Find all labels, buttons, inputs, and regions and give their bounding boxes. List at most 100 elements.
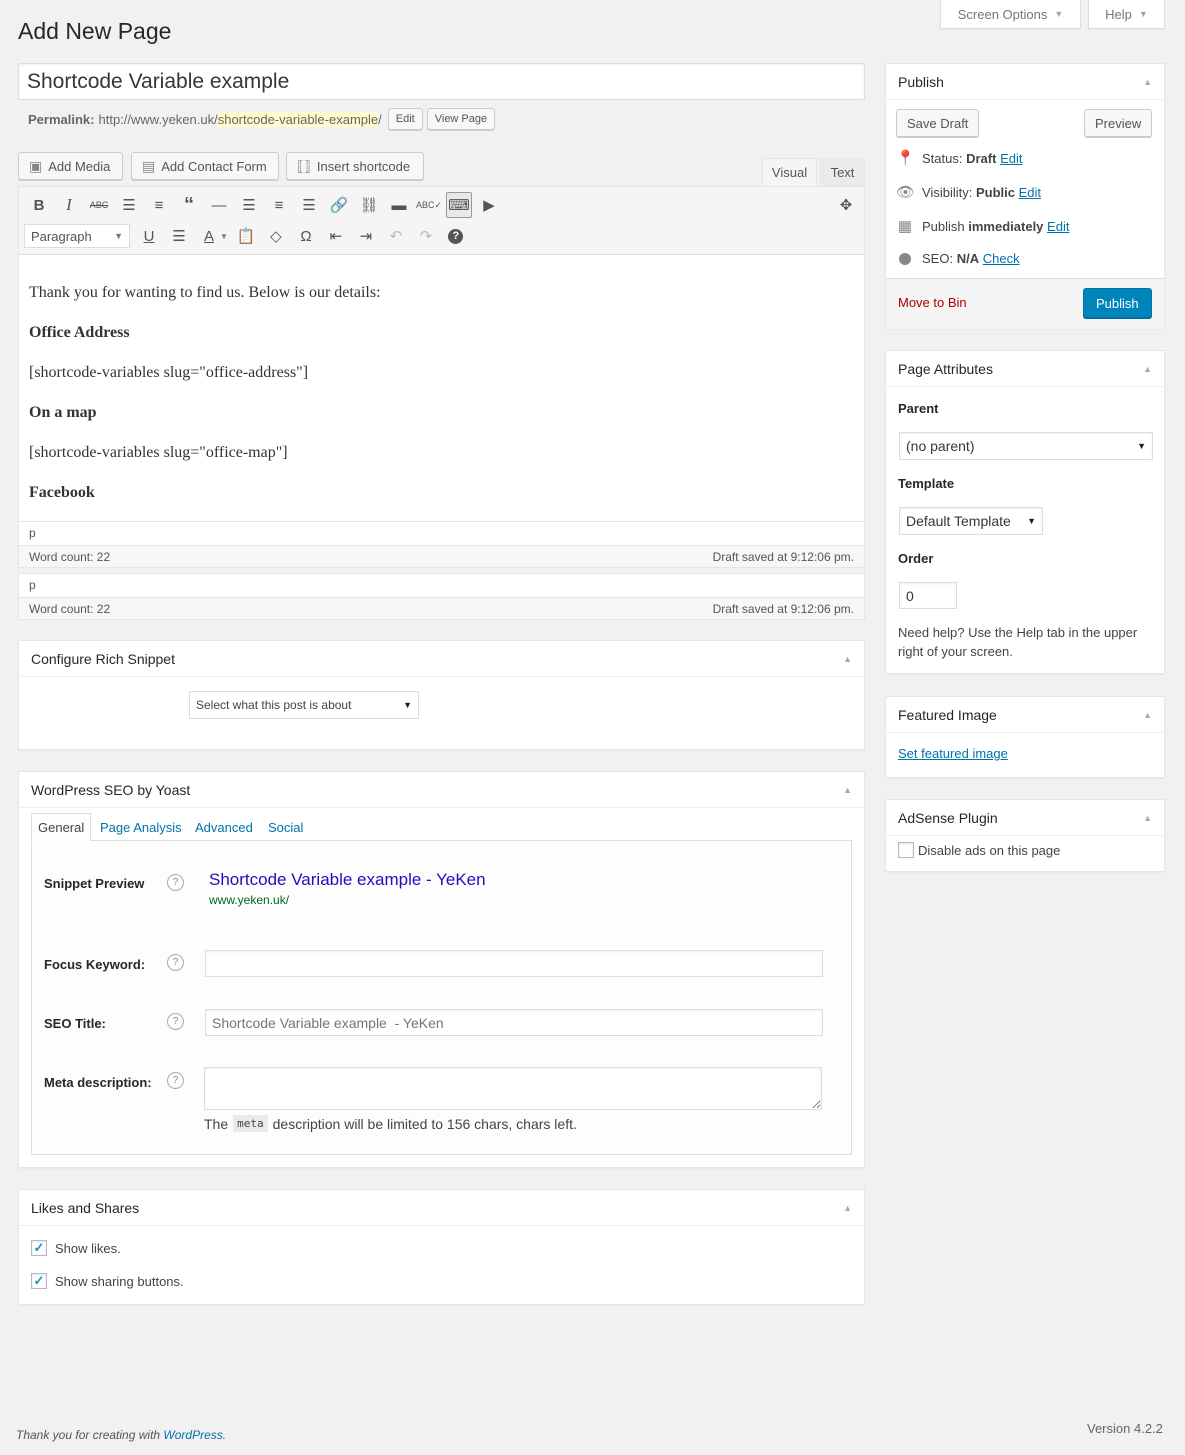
read-more-icon[interactable]: ▬ bbox=[386, 192, 412, 218]
show-sharing-checkbox[interactable]: ✓ bbox=[31, 1273, 47, 1289]
paste-as-text-icon[interactable]: 📋 bbox=[233, 223, 259, 249]
help-icon[interactable]: ? bbox=[167, 1072, 184, 1089]
format-select[interactable]: Paragraph ▼ bbox=[24, 224, 130, 248]
permalink-edit-button[interactable]: Edit bbox=[387, 108, 423, 130]
keyboard-shortcuts-icon[interactable]: ? bbox=[443, 223, 469, 249]
help-button[interactable]: Help ▼ bbox=[1088, 0, 1165, 29]
wordpress-link[interactable]: WordPress bbox=[163, 1428, 222, 1442]
permalink-slug[interactable]: shortcode-variable-example bbox=[217, 111, 379, 127]
align-left-icon[interactable]: ☰ bbox=[236, 192, 262, 218]
move-to-bin-link[interactable]: Move to Bin bbox=[898, 295, 967, 310]
yoast-tab-page-analysis[interactable]: Page Analysis bbox=[94, 813, 188, 841]
blockquote-icon[interactable]: “ bbox=[176, 192, 202, 218]
text-color-dropdown-icon[interactable]: ▼ bbox=[220, 232, 228, 241]
disable-ads-label[interactable]: Disable ads on this page bbox=[918, 843, 1060, 858]
template-select[interactable]: Default Template ▼ bbox=[899, 507, 1043, 535]
preview-button[interactable]: Preview bbox=[1084, 109, 1153, 137]
tab-visual[interactable]: Visual bbox=[762, 158, 817, 186]
clear-formatting-icon[interactable]: ◇ bbox=[263, 223, 289, 249]
help-icon[interactable]: ? bbox=[167, 1013, 184, 1030]
template-select-value: Default Template bbox=[906, 513, 1011, 529]
rich-snippet-title: Configure Rich Snippet bbox=[31, 650, 175, 667]
visibility-edit-link[interactable]: Edit bbox=[1019, 185, 1041, 200]
italic-icon[interactable]: I bbox=[56, 192, 82, 218]
chevron-down-icon: ▼ bbox=[1054, 9, 1064, 19]
help-label: Help bbox=[1105, 6, 1132, 22]
adsense-header[interactable]: AdSense Plugin ▲ bbox=[886, 800, 1164, 836]
post-title-input[interactable] bbox=[18, 63, 865, 100]
yoast-header[interactable]: WordPress SEO by Yoast ▲ bbox=[19, 772, 864, 808]
help-icon[interactable]: ? bbox=[167, 954, 184, 971]
order-input[interactable] bbox=[899, 582, 957, 609]
likes-shares-header[interactable]: Likes and Shares ▲ bbox=[19, 1190, 864, 1226]
remove-link-icon[interactable]: ⛓ bbox=[356, 192, 382, 218]
horizontal-line-icon[interactable]: — bbox=[206, 192, 232, 218]
special-character-icon[interactable]: Ω bbox=[293, 223, 319, 249]
redo-icon[interactable]: ↷ bbox=[413, 223, 439, 249]
disable-ads-checkbox[interactable] bbox=[898, 842, 914, 858]
save-draft-button[interactable]: Save Draft bbox=[896, 109, 980, 137]
publish-header[interactable]: Publish ▲ bbox=[886, 64, 1164, 100]
strikethrough-icon[interactable]: ABC bbox=[86, 192, 112, 218]
outdent-icon[interactable]: ⇤ bbox=[323, 223, 349, 249]
rich-snippet-header[interactable]: Configure Rich Snippet ▲ bbox=[19, 641, 864, 677]
collapse-icon[interactable]: ▲ bbox=[1143, 710, 1152, 720]
tab-text[interactable]: Text bbox=[820, 158, 865, 186]
collapse-icon[interactable]: ▲ bbox=[1143, 813, 1152, 823]
focus-keyword-input[interactable] bbox=[205, 950, 823, 977]
editor-content[interactable]: Thank you for wanting to find us. Below … bbox=[19, 255, 864, 521]
show-sharing-label[interactable]: Show sharing buttons. bbox=[55, 1274, 184, 1289]
yoast-tab-general[interactable]: General bbox=[31, 813, 92, 841]
screen-options-button[interactable]: Screen Options ▼ bbox=[940, 0, 1081, 29]
spellcheck-icon[interactable]: ABC✓ bbox=[416, 192, 442, 218]
meta-description-textarea[interactable] bbox=[204, 1067, 822, 1110]
show-likes-checkbox[interactable]: ✓ bbox=[31, 1240, 47, 1256]
collapse-icon[interactable]: ▲ bbox=[843, 785, 852, 795]
word-count-bar: Word count: 22 Draft saved at 9:12:06 pm… bbox=[19, 545, 864, 567]
publish-button[interactable]: Publish bbox=[1083, 288, 1152, 318]
seo-check-link[interactable]: Check bbox=[983, 251, 1020, 266]
collapse-icon[interactable]: ▲ bbox=[1143, 77, 1152, 87]
parent-select[interactable]: (no parent) ▼ bbox=[899, 432, 1153, 460]
insert-media-embed-icon[interactable]: ▶ bbox=[476, 192, 502, 218]
format-select-value: Paragraph bbox=[31, 228, 92, 244]
editor-toolbar: B I ABC ☰ ≡ “ — ☰ ≡ ☰ 🔗 ⛓ ▬ ABC✓ ⌨ ▶ ✥ P… bbox=[19, 187, 864, 255]
undo-icon[interactable]: ↶ bbox=[383, 223, 409, 249]
insert-link-icon[interactable]: 🔗 bbox=[326, 192, 352, 218]
tab-visual-label: Visual bbox=[771, 165, 808, 180]
bold-icon[interactable]: B bbox=[26, 192, 52, 218]
collapse-icon[interactable]: ▲ bbox=[1143, 364, 1152, 374]
status-edit-link[interactable]: Edit bbox=[1000, 151, 1022, 166]
toolbar-toggle-icon[interactable]: ⌨ bbox=[446, 192, 472, 218]
footer-thanks-text: Thank you for creating with bbox=[16, 1428, 161, 1442]
numbered-list-icon[interactable]: ≡ bbox=[146, 192, 172, 218]
underline-icon[interactable]: U bbox=[136, 223, 162, 249]
align-right-icon[interactable]: ☰ bbox=[296, 192, 322, 218]
insert-shortcode-button[interactable]: ⟦⟧ Insert shortcode bbox=[286, 152, 424, 180]
schedule-edit-link[interactable]: Edit bbox=[1047, 219, 1069, 234]
fullscreen-icon[interactable]: ✥ bbox=[833, 192, 859, 218]
preview-label: Preview bbox=[1095, 115, 1142, 131]
add-media-button[interactable]: ▣ Add Media bbox=[18, 152, 123, 180]
seo-title-input[interactable] bbox=[205, 1009, 823, 1036]
rich-snippet-select[interactable]: Select what this post is about ▼ bbox=[189, 691, 419, 719]
text-color-icon[interactable]: A bbox=[196, 223, 222, 249]
bullet-list-icon[interactable]: ☰ bbox=[116, 192, 142, 218]
view-page-button[interactable]: View Page bbox=[426, 108, 496, 130]
collapse-icon[interactable]: ▲ bbox=[843, 1203, 852, 1213]
collapse-icon[interactable]: ▲ bbox=[843, 654, 852, 664]
set-featured-image-link[interactable]: Set featured image bbox=[898, 746, 1008, 761]
yoast-tab-advanced[interactable]: Advanced bbox=[189, 813, 259, 841]
content-paragraph: [shortcode-variables slug="office-map"] bbox=[29, 444, 288, 461]
help-icon[interactable]: ? bbox=[167, 874, 184, 891]
align-center-icon[interactable]: ≡ bbox=[266, 192, 292, 218]
show-likes-label[interactable]: Show likes. bbox=[55, 1241, 121, 1256]
seo-value: N/A bbox=[956, 251, 980, 266]
justify-icon[interactable]: ☰ bbox=[166, 223, 192, 249]
indent-icon[interactable]: ⇥ bbox=[353, 223, 379, 249]
add-contact-form-button[interactable]: ▤ Add Contact Form bbox=[131, 152, 279, 180]
featured-image-header[interactable]: Featured Image ▲ bbox=[886, 697, 1164, 733]
snippet-url: www.yeken.uk/ bbox=[209, 893, 290, 907]
yoast-tab-social[interactable]: Social bbox=[262, 813, 309, 841]
page-attributes-header[interactable]: Page Attributes ▲ bbox=[886, 351, 1164, 387]
